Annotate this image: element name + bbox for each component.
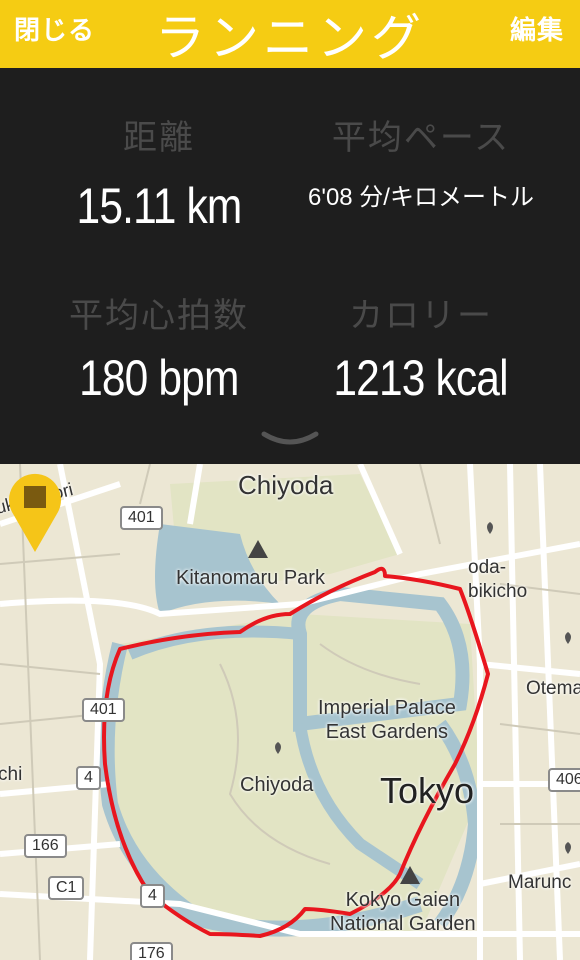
heart-rate-stat: 平均心拍数 180 bpm bbox=[14, 288, 304, 407]
header-bar: 閉じる ランニング 編集 bbox=[0, 0, 580, 68]
road-shield-176: 176 bbox=[130, 942, 173, 960]
road-shield-c1: C1 bbox=[48, 876, 85, 900]
road-shield-401: 401 bbox=[120, 506, 163, 530]
heart-rate-label: 平均心拍数 bbox=[69, 296, 249, 336]
road-shield-401: 401 bbox=[82, 698, 125, 722]
place-label-otemachi: Otema bbox=[526, 678, 580, 699]
place-label-kokyo-gaien: Kokyo Gaien National Garden bbox=[330, 889, 476, 935]
place-label-chiyoda-ward: Chiyoda bbox=[240, 774, 314, 796]
pace-label: 平均ペース bbox=[331, 118, 511, 158]
calories-label: カロリー bbox=[349, 296, 493, 336]
pace-value: 6'08 分/キロメートル bbox=[308, 184, 534, 211]
edit-button[interactable]: 編集 bbox=[510, 10, 564, 47]
road-shield-4: 4 bbox=[140, 884, 165, 908]
road-shield-406: 406 bbox=[548, 768, 580, 792]
place-label-tokyo: Tokyo bbox=[380, 770, 475, 811]
road-shield-4: 4 bbox=[76, 766, 101, 790]
distance-label: 距離 bbox=[123, 118, 195, 158]
chevron-down-icon[interactable] bbox=[260, 428, 320, 448]
pace-stat: 平均ペース 6'08 分/キロメートル bbox=[276, 110, 566, 212]
place-label-chiyoda: Chiyoda bbox=[238, 470, 334, 500]
place-label-marunouchi: Marunc bbox=[508, 872, 572, 893]
calories-stat: カロリー 1213 kcal bbox=[276, 288, 566, 407]
route-map[interactable]: Chiyoda Kitanomaru Park Imperial Palace … bbox=[0, 464, 580, 960]
place-label-chi: chi bbox=[0, 764, 23, 785]
calories-value: 1213 kcal bbox=[333, 350, 509, 406]
page-title: ランニング bbox=[155, 9, 425, 67]
location-pin-icon[interactable] bbox=[0, 464, 70, 554]
distance-stat: 距離 15.11 km bbox=[14, 110, 304, 235]
place-label-jimbocho: oda- bikicho bbox=[468, 557, 528, 602]
place-label-kitanomaru-park: Kitanomaru Park bbox=[176, 567, 325, 589]
place-label-imperial-palace: Imperial Palace East Gardens bbox=[318, 697, 456, 743]
road-shield-166: 166 bbox=[24, 834, 67, 858]
stats-panel: 距離 15.11 km 平均ペース 6'08 分/キロメートル 平均心拍数 18… bbox=[0, 68, 580, 464]
heart-rate-value: 180 bpm bbox=[79, 350, 239, 406]
distance-value: 15.11 km bbox=[76, 178, 243, 234]
